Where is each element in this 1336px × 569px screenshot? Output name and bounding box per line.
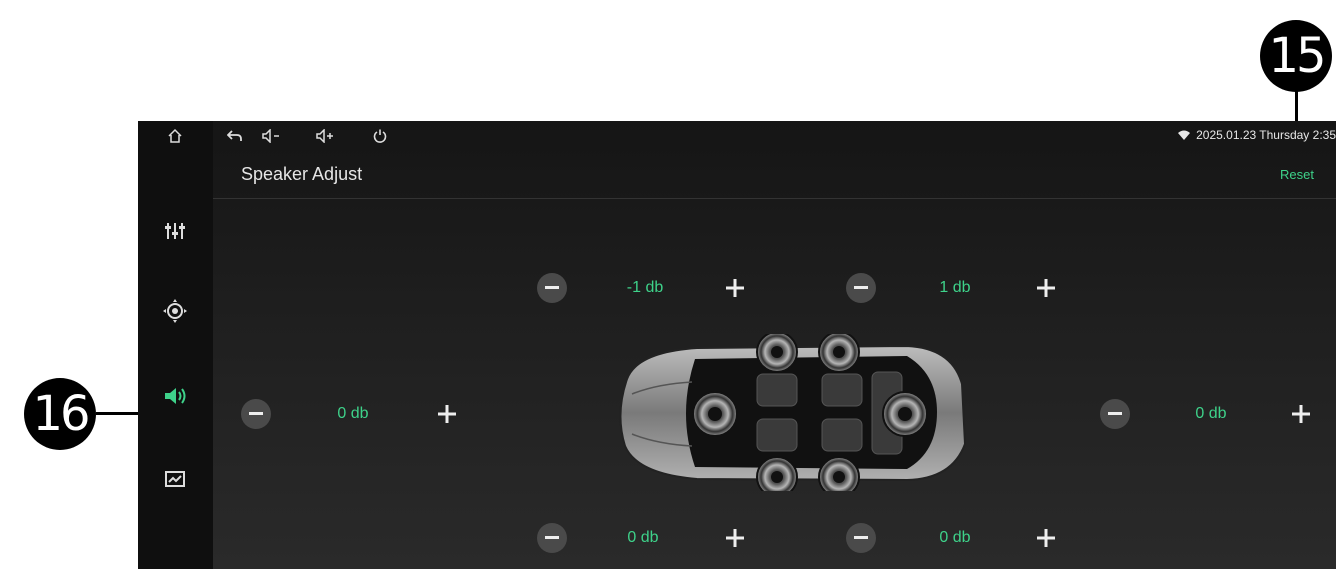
speaker-icon[interactable] (155, 376, 195, 416)
car-illustration (619, 334, 967, 491)
reset-button[interactable]: Reset (1280, 167, 1314, 182)
rear-left-plus-button[interactable] (720, 523, 750, 553)
wifi-icon (1178, 129, 1191, 143)
front-right-level: 1 db (939, 279, 971, 296)
left-plus-button[interactable] (432, 399, 462, 429)
sidebar (138, 121, 213, 569)
status-bar: 2025.01.23 Thursday 2:35 (213, 121, 1336, 151)
head-unit-screen: 2025.01.23 Thursday 2:35 Speaker Adjust … (138, 121, 1336, 569)
volume-down-icon[interactable] (261, 125, 285, 147)
callout-16: 16 (24, 378, 96, 450)
callout-15-number: 15 (1268, 28, 1326, 84)
status-info: 2025.01.23 Thursday 2:35 (1178, 128, 1336, 143)
balance-icon[interactable] (155, 291, 195, 331)
front-right-plus-button[interactable] (1031, 273, 1061, 303)
speaker-rear-right (818, 456, 860, 491)
front-left-plus-button[interactable] (720, 273, 750, 303)
page-title: Speaker Adjust (241, 164, 363, 184)
front-left-minus-button[interactable] (537, 273, 567, 303)
front-left-level: -1 db (626, 279, 664, 296)
callout-15: 15 (1260, 20, 1332, 92)
volume-up-icon[interactable] (315, 125, 339, 147)
speaker-front-right (818, 334, 860, 373)
speaker-front-left (756, 334, 798, 373)
rear-right-minus-button[interactable] (846, 523, 876, 553)
rear-right-plus-button[interactable] (1031, 523, 1061, 553)
rear-right-level: 0 db (939, 529, 971, 546)
home-icon[interactable] (155, 121, 195, 156)
left-minus-button[interactable] (241, 399, 271, 429)
equalizer-icon[interactable] (155, 211, 195, 251)
display-icon[interactable] (155, 459, 195, 499)
title-bar: Speaker Adjust Reset (213, 151, 1336, 199)
back-icon[interactable] (223, 125, 247, 147)
speaker-left (692, 391, 738, 437)
date-time: 2025.01.23 Thursday 2:35 (1196, 128, 1336, 142)
right-level: 0 db (1195, 405, 1227, 422)
right-plus-button[interactable] (1286, 399, 1316, 429)
rear-left-level: 0 db (627, 529, 659, 546)
power-icon[interactable] (368, 125, 392, 147)
rear-left-minus-button[interactable] (537, 523, 567, 553)
left-level: 0 db (337, 405, 369, 422)
right-minus-button[interactable] (1100, 399, 1130, 429)
front-right-minus-button[interactable] (846, 273, 876, 303)
speaker-right (882, 391, 928, 437)
speaker-rear-left (756, 456, 798, 491)
callout-16-number: 16 (32, 386, 90, 442)
